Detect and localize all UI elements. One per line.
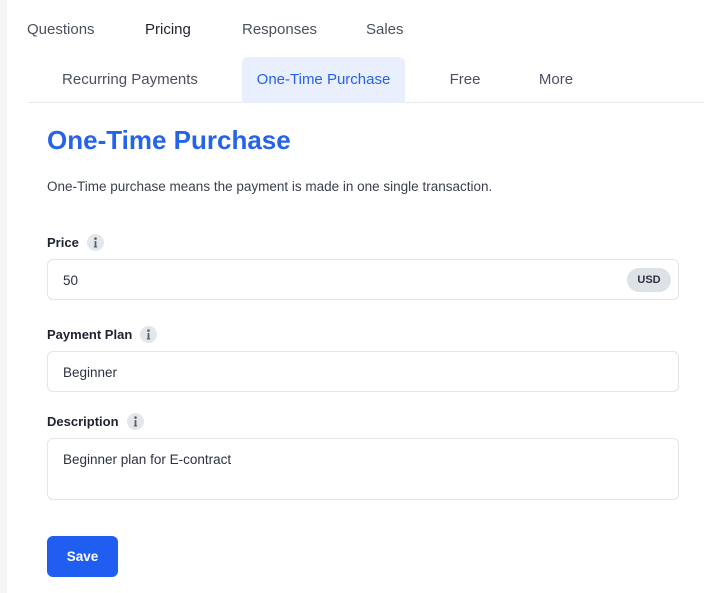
- subtab-more[interactable]: More: [525, 57, 587, 103]
- price-info-icon[interactable]: [86, 234, 104, 251]
- description-info-icon[interactable]: [126, 413, 144, 430]
- subtab-free[interactable]: Free: [435, 57, 495, 103]
- tab-responses[interactable]: Responses: [242, 21, 317, 38]
- price-label: Price: [47, 235, 79, 250]
- subtab-one-time-purchase[interactable]: One-Time Purchase: [242, 57, 405, 103]
- left-edge-strip: [0, 0, 7, 593]
- description-textarea[interactable]: Beginner plan for E-contract: [47, 438, 679, 500]
- payment-plan-input[interactable]: Beginner: [47, 351, 679, 392]
- price-input[interactable]: 50 USD: [47, 259, 679, 300]
- page-title: One-Time Purchase: [47, 125, 291, 155]
- tab-sales[interactable]: Sales: [366, 21, 404, 38]
- price-label-row: Price: [47, 234, 104, 251]
- save-button[interactable]: Save: [47, 536, 118, 577]
- section-description: One-Time purchase means the payment is m…: [47, 179, 493, 194]
- pricing-type-tab-bar: Recurring Payments One-Time Purchase Fre…: [28, 57, 704, 103]
- price-value: 50: [63, 273, 79, 288]
- description-value: Beginner plan for E-contract: [63, 452, 232, 467]
- payment-plan-label: Payment Plan: [47, 327, 133, 342]
- description-label-row: Description: [47, 413, 144, 430]
- tab-pricing[interactable]: Pricing: [145, 21, 191, 38]
- description-label: Description: [47, 414, 119, 429]
- currency-badge: USD: [627, 268, 671, 292]
- payment-plan-value: Beginner: [63, 365, 118, 380]
- tab-questions[interactable]: Questions: [27, 21, 95, 38]
- subtab-recurring-payments[interactable]: Recurring Payments: [46, 57, 214, 103]
- payment-plan-info-icon[interactable]: [140, 326, 158, 343]
- payment-plan-label-row: Payment Plan: [47, 326, 158, 343]
